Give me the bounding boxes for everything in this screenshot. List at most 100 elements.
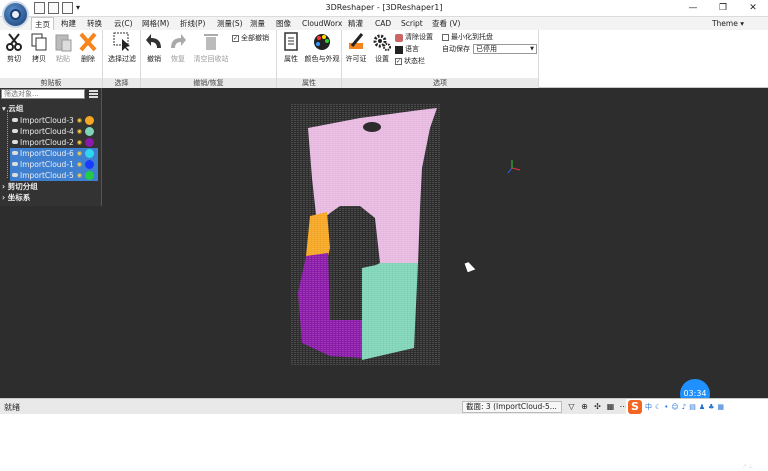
visibility-icon[interactable]: ◉	[77, 126, 82, 137]
cloud-row[interactable]: ImportCloud-4 ◉	[10, 126, 98, 137]
tab-fine[interactable]: 精灌	[345, 17, 366, 30]
statusbar-checkbox[interactable]: ✓ 状态栏	[395, 57, 425, 66]
cloud-color-swatch[interactable]	[85, 171, 94, 180]
cloud-icon	[12, 162, 18, 166]
undo-all-checkbox[interactable]: ✓ 全部撤销	[232, 34, 269, 43]
tab-script[interactable]: Script	[398, 17, 426, 30]
copy-icon	[30, 32, 48, 52]
tab-measure-s[interactable]: 测量(S)	[214, 17, 246, 30]
ime-language[interactable]: 中	[645, 402, 652, 412]
section-dropdown[interactable]: 截面: 3 (ImportCloud-5...	[462, 401, 562, 413]
tree-menu-icon[interactable]	[89, 90, 98, 98]
cloud-color-swatch[interactable]	[85, 138, 94, 147]
cloud-row[interactable]: ImportCloud-5 ◉	[10, 170, 98, 181]
delete-button[interactable]: 删除	[77, 32, 99, 64]
undo-button[interactable]: 撤销	[143, 32, 165, 64]
tab-transform[interactable]: 转换	[84, 17, 105, 30]
language-button[interactable]: 语言	[395, 45, 419, 54]
tab-mesh[interactable]: 网格(M)	[139, 17, 172, 30]
ribbon-tabs: 主页 构建 转换 云(C) 网格(M) 折线(P) 测量(S) 测量 图像 Cl…	[0, 17, 768, 30]
status-text: 就绪	[4, 403, 20, 412]
pan-icon[interactable]: ✣	[592, 401, 603, 412]
undo-group-label: 撤销/恢复	[141, 78, 276, 88]
visibility-icon[interactable]: ◉	[77, 148, 82, 159]
visibility-icon[interactable]: ◉	[77, 137, 82, 148]
minimize-button[interactable]: —	[678, 0, 708, 16]
app-logo-icon	[10, 9, 21, 20]
paste-label: 粘贴	[56, 55, 70, 63]
grid-apps-icon[interactable]: ▦	[717, 403, 724, 411]
visibility-icon[interactable]: ◉	[77, 170, 82, 181]
chevron-down-icon: ▼	[530, 46, 534, 52]
properties-button[interactable]: 属性	[280, 32, 302, 64]
redo-button[interactable]: 恢复	[167, 32, 189, 64]
cloud-row[interactable]: ImportCloud-1 ◉	[10, 159, 98, 170]
clipping-group-node[interactable]: › 剪切分组	[2, 182, 38, 192]
sogou-icon[interactable]: S	[628, 400, 642, 414]
cloud-icon	[12, 118, 18, 122]
maximize-button[interactable]: ❐	[708, 0, 738, 16]
clear-settings-button[interactable]: 清除设置	[395, 33, 433, 42]
user-icon[interactable]: ♟	[699, 403, 705, 411]
close-button[interactable]: ✕	[738, 0, 768, 16]
tab-cloud[interactable]: 云(C)	[111, 17, 136, 30]
coords-node[interactable]: › 坐标系	[2, 193, 30, 203]
undo-label: 撤销	[147, 55, 161, 63]
cloud-color-swatch[interactable]	[85, 116, 94, 125]
paste-button[interactable]: 粘贴	[52, 32, 74, 64]
cloud-row[interactable]: ImportCloud-3 ◉	[10, 115, 98, 126]
visibility-icon[interactable]: ◉	[77, 115, 82, 126]
cloud-row[interactable]: ImportCloud-2 ◉	[10, 137, 98, 148]
cloud-hole	[363, 122, 381, 132]
status-tools: ▽ ⊕ ✣ ▦ ⋯	[566, 401, 629, 412]
3d-viewport[interactable]: ↗ ⟂	[0, 88, 768, 470]
tab-cad[interactable]: CAD	[372, 17, 394, 30]
cloud-color-swatch[interactable]	[85, 127, 94, 136]
window-title: 3DReshaper - [3DReshaper1]	[325, 3, 443, 12]
cloud-color-swatch[interactable]	[85, 160, 94, 169]
group-options: 许可证 设置 清除设置 语言 ✓ 状态栏 最小化到托盘 自动保存 选项	[342, 30, 539, 88]
document-icon	[282, 32, 300, 52]
mic-icon[interactable]: ♪	[682, 403, 686, 411]
dot-icon[interactable]: •	[664, 403, 668, 411]
tab-measure[interactable]: 测量	[247, 17, 268, 30]
tab-build[interactable]: 构建	[58, 17, 79, 30]
grid-icon[interactable]: ▦	[605, 401, 616, 412]
shirt-icon[interactable]: ♣	[708, 403, 714, 411]
color-appearance-button[interactable]: 颜色与外观	[302, 32, 342, 64]
autosave-value: 已停用	[476, 45, 497, 53]
select-filter-button[interactable]: 选择过滤	[105, 32, 139, 64]
moon-icon[interactable]: ☾	[655, 403, 661, 411]
color-appearance-label: 颜色与外观	[304, 55, 340, 63]
tab-image[interactable]: 图像	[273, 17, 294, 30]
delete-label: 删除	[81, 55, 95, 63]
theme-dropdown[interactable]: Theme ▾	[712, 17, 744, 30]
copy-button[interactable]: 拷贝	[28, 32, 50, 64]
minimize-tray-checkbox[interactable]: 最小化到托盘	[442, 33, 493, 42]
clear-recycle-button[interactable]: 清空回收站	[191, 32, 231, 64]
cloud-color-swatch[interactable]	[85, 149, 94, 158]
cloud-row[interactable]: ImportCloud-6 ◉	[10, 148, 98, 159]
tab-polyline[interactable]: 折线(P)	[177, 17, 208, 30]
trash-icon	[202, 32, 220, 52]
autosave-select[interactable]: 已停用 ▼	[473, 44, 537, 54]
triangle-icon[interactable]: ▽	[566, 401, 577, 412]
smile-icon[interactable]: ☺	[671, 403, 678, 411]
settings-button[interactable]: 设置	[371, 32, 393, 64]
undo-arrow-icon	[145, 32, 163, 52]
visibility-icon[interactable]: ◉	[77, 159, 82, 170]
window-controls: — ❐ ✕	[678, 0, 768, 16]
axis-gizmo-icon	[507, 160, 521, 174]
tab-home[interactable]: 主页	[31, 17, 54, 30]
zoom-icon[interactable]: ⊕	[579, 401, 590, 412]
tree-filter-input[interactable]: 筛选对象...	[1, 89, 85, 99]
keyboard-icon[interactable]: ▤	[689, 403, 696, 411]
license-button[interactable]: 许可证	[345, 32, 367, 64]
cloud-group-node[interactable]: ▾ 云组	[2, 104, 23, 114]
status-bar: 就绪 截面: 3 (ImportCloud-5... ▽ ⊕ ✣ ▦ ⋯ S 中…	[0, 398, 768, 415]
tab-view[interactable]: 查看 (V)	[429, 17, 463, 30]
cloud-name: ImportCloud-4	[20, 127, 74, 136]
app-menu-button[interactable]	[2, 1, 29, 28]
tab-cloudworx[interactable]: CloudWorx	[299, 17, 345, 30]
cut-button[interactable]: 剪切	[3, 32, 25, 64]
